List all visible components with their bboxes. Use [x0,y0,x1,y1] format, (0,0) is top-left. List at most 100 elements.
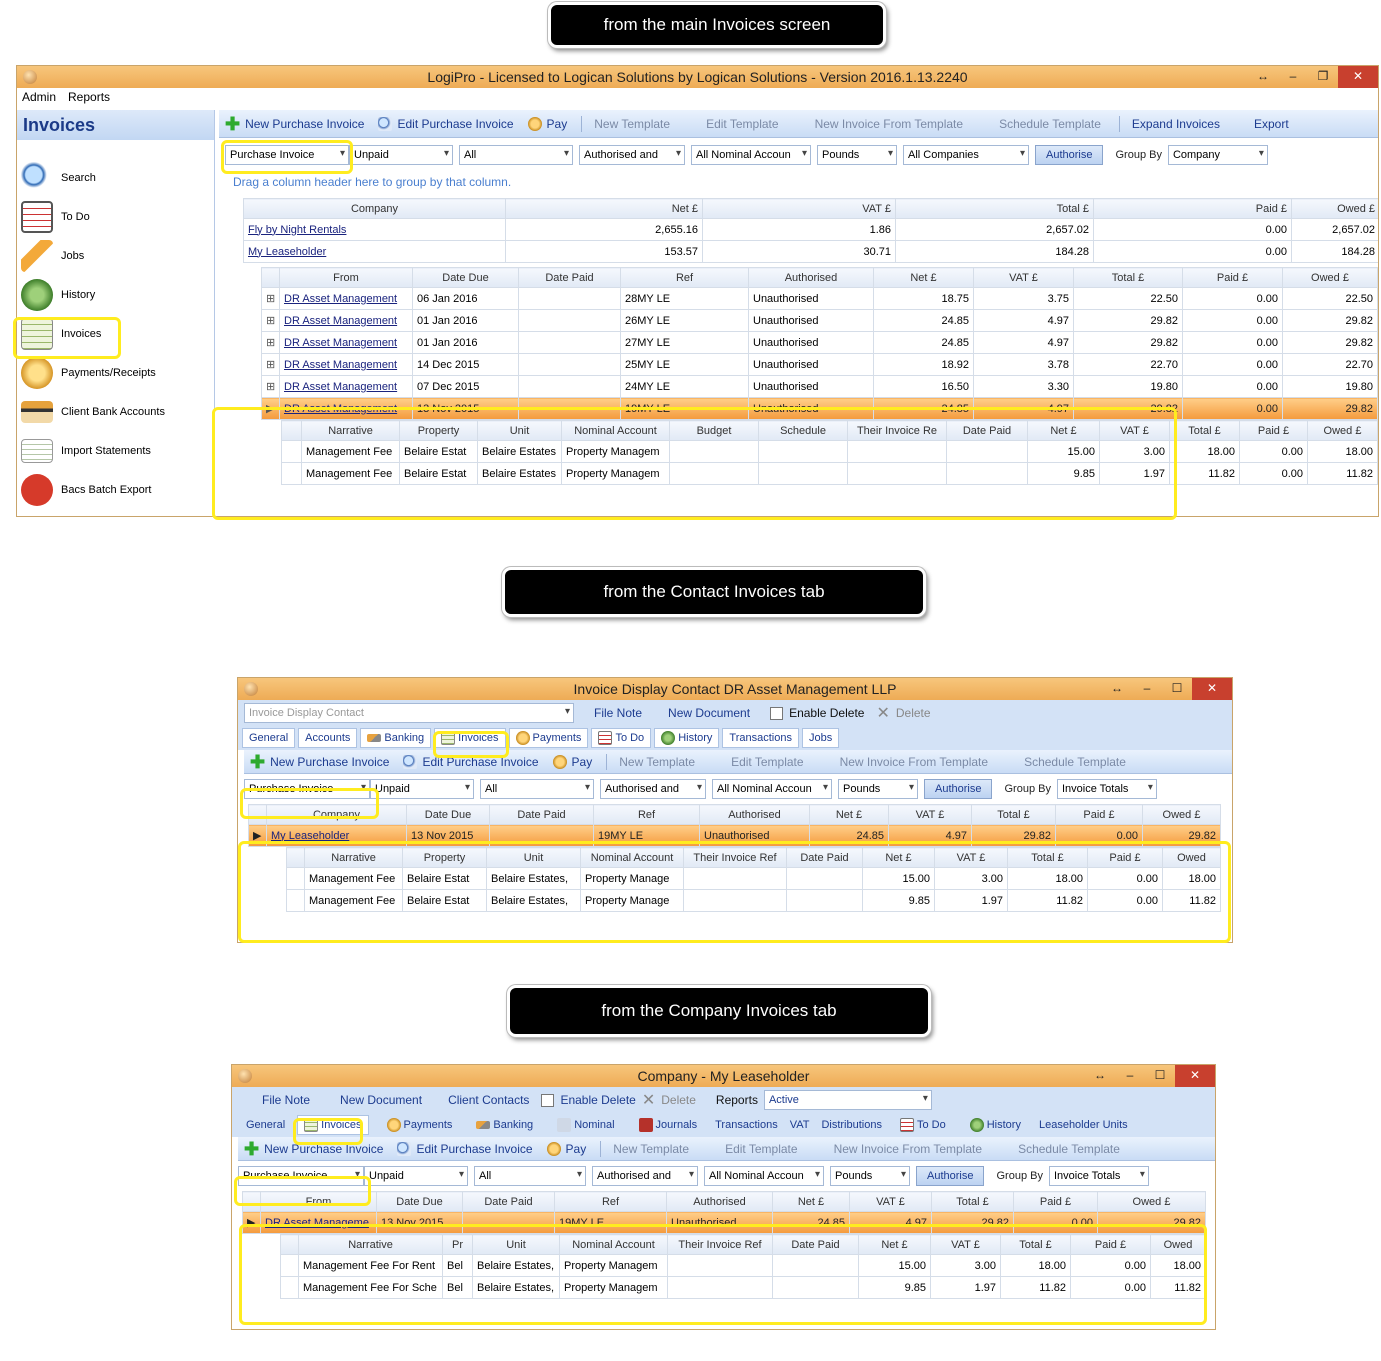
col-total[interactable]: Total £ [895,198,1094,219]
sidebar-item-payments[interactable]: Payments/Receipts [17,353,214,392]
authorise-button[interactable]: Authorise [916,1166,985,1186]
tab-transactions[interactable]: Transactions [715,1119,778,1131]
invoice-line-row[interactable]: Management Fee Belaire Estat Belaire Estat… [281,462,1378,485]
enable-delete-checkbox[interactable] [541,1093,555,1107]
invoice-row[interactable]: ⊞ DR Asset Management 01 Jan 2016 26MY LE Un… [261,309,1378,332]
edit-purchase-invoice-button[interactable]: Edit Purchase Invoice [403,754,539,769]
edit-template-button[interactable]: Edit Template [725,1142,798,1156]
edit-template-button[interactable]: Edit Template [706,117,779,131]
paid-status-dropdown[interactable]: Unpaid [364,1166,468,1186]
invoice-row-selected[interactable]: ▶ My Leaseholder 13 Nov 2015 19MY LE Unautho… [248,824,1221,847]
new-purchase-invoice-button[interactable]: ✚ New Purchase Invoice [225,115,364,133]
nominal-dropdown[interactable]: All Nominal Accoun [704,1166,824,1186]
tab-history[interactable]: History [964,1115,1027,1135]
maximize-button[interactable]: ☐ [1145,1065,1175,1087]
authorise-button[interactable]: Authorise [924,779,993,799]
new-template-button[interactable]: New Template [619,755,695,769]
new-template-button[interactable]: New Template [613,1142,689,1156]
enable-delete-checkbox[interactable] [770,706,784,720]
sidebar-item-import[interactable]: Import Statements [17,431,214,470]
invoice-row[interactable]: ⊞ DR Asset Management 07 Dec 2015 24MY LE Un… [261,375,1378,398]
pay-button[interactable]: Pay [527,116,567,131]
invoice-row[interactable]: ⊞ DR Asset Management 14 Dec 2015 25MY LE Un… [261,353,1378,376]
new-purchase-invoice-button[interactable]: ✚ New Purchase Invoice [250,753,389,771]
sidebar-item-client-bank[interactable]: Client Bank Accounts [17,392,214,431]
resize-icon[interactable]: ↔ [1248,66,1278,88]
delete-button[interactable]: Delete [661,1093,696,1107]
delete-button[interactable]: Delete [896,706,931,720]
close-button[interactable]: ✕ [1338,66,1378,88]
col-net[interactable]: Net £ [505,198,703,219]
tab-invoices[interactable]: Invoices [297,1115,369,1135]
menu-admin[interactable]: Admin [22,90,56,104]
tab-journals[interactable]: Journals [633,1115,704,1135]
company-row[interactable]: My Leaseholder 153.57 30.71 184.28 0.00 184.2… [243,240,1378,263]
pay-button[interactable]: Pay [552,754,592,769]
expand-invoices-button[interactable]: Expand Invoices [1132,117,1220,131]
new-document-button[interactable]: New Document [668,706,750,720]
paid-status-dropdown[interactable]: Unpaid [370,779,474,799]
tab-invoices[interactable]: Invoices [434,728,506,748]
companies-dropdown[interactable]: All Companies [903,145,1029,165]
invoice-line-row[interactable]: Management Fee Belaire Estat Belaire Estat… [286,889,1221,912]
all-dropdown[interactable]: All [474,1166,586,1186]
group-by-dropdown[interactable]: Invoice Totals [1048,1166,1149,1186]
restore-button[interactable]: ❐ [1308,66,1338,88]
authorise-button[interactable]: Authorise [1035,145,1104,165]
sidebar-item-jobs[interactable]: Jobs [17,236,214,275]
new-document-button[interactable]: New Document [340,1093,422,1107]
tab-todo[interactable]: To Do [894,1115,952,1135]
col-company[interactable]: Company [243,198,506,219]
sidebar-item-bacs[interactable]: Bacs Batch Export [17,470,214,509]
group-by-dropdown[interactable]: Invoice Totals [1056,779,1157,799]
tab-distributions[interactable]: Distributions [821,1119,882,1131]
new-template-button[interactable]: New Template [594,117,670,131]
currency-dropdown[interactable]: Pounds [817,145,897,165]
nominal-dropdown[interactable]: All Nominal Accoun [691,145,811,165]
authorised-dropdown[interactable]: Authorised and [600,779,706,799]
tab-general[interactable]: General [242,728,296,748]
status-dropdown[interactable]: Active [763,1090,932,1110]
menu-reports[interactable]: Reports [68,90,110,104]
invoice-row[interactable]: ⊞ DR Asset Management 06 Jan 2016 28MY LE Un… [261,287,1378,310]
tab-todo[interactable]: To Do [591,728,652,748]
authorised-dropdown[interactable]: Authorised and [579,145,685,165]
tab-vat[interactable]: VAT [790,1119,810,1131]
new-purchase-invoice-button[interactable]: ✚ New Purchase Invoice [244,1140,383,1158]
all-dropdown[interactable]: All [459,145,573,165]
invoice-type-dropdown[interactable]: Purchase Invoice [238,1166,364,1186]
contact-combo[interactable]: Invoice Display Contact [244,703,574,723]
new-invoice-from-template-button[interactable]: New Invoice From Template [840,755,989,769]
tab-banking[interactable]: Banking [470,1115,539,1135]
schedule-template-button[interactable]: Schedule Template [1024,755,1126,769]
sidebar-item-search[interactable]: Search [17,158,214,197]
resize-icon[interactable]: ↔ [1085,1065,1115,1087]
minimize-button[interactable]: – [1278,66,1308,88]
close-button[interactable]: ✕ [1175,1065,1215,1087]
tab-nominal[interactable]: Nominal [551,1115,620,1135]
edit-template-button[interactable]: Edit Template [731,755,804,769]
tab-history[interactable]: History [654,728,720,748]
invoice-line-row[interactable]: Management Fee For Sche Bel Belaire Estate… [280,1276,1206,1299]
invoice-row-selected[interactable]: ▶ DR Asset Manageme 13 Nov 2015 19MY LE Unau… [242,1211,1206,1234]
pay-button[interactable]: Pay [546,1141,586,1156]
tab-leaseholder-units[interactable]: Leaseholder Units [1039,1119,1128,1131]
invoice-type-dropdown[interactable]: Purchase Invoice [244,779,370,799]
edit-purchase-invoice-button[interactable]: Edit Purchase Invoice [378,116,514,131]
schedule-template-button[interactable]: Schedule Template [1018,1142,1120,1156]
tab-general[interactable]: General [246,1119,285,1131]
tab-jobs[interactable]: Jobs [801,728,840,748]
sidebar-item-todo[interactable]: To Do [17,197,214,236]
delete-icon[interactable]: ✕ [642,1090,655,1110]
tab-accounts[interactable]: Accounts [298,728,358,748]
col-owed[interactable]: Owed £ [1291,198,1378,219]
invoice-line-row[interactable]: Management Fee Belaire Estat Belaire Estat… [286,867,1221,890]
file-note-button[interactable]: File Note [594,706,642,720]
col-vat[interactable]: VAT £ [702,198,896,219]
invoice-line-row[interactable]: Management Fee Belaire Estat Belaire Estat… [281,440,1378,463]
export-button[interactable]: Export [1254,117,1289,131]
all-dropdown[interactable]: All [480,779,594,799]
tab-transactions[interactable]: Transactions [722,728,799,748]
invoice-type-dropdown[interactable]: Purchase Invoice [225,145,349,165]
minimize-button[interactable]: – [1115,1065,1145,1087]
